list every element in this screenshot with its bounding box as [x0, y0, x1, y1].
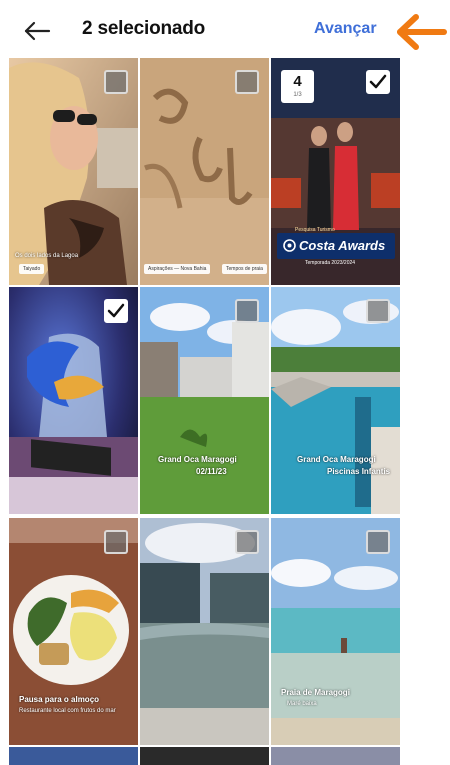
checkmark-icon [107, 303, 125, 318]
photo-caption: 02/11/23 [196, 467, 227, 476]
photo-caption: Tempos de praia [222, 264, 267, 274]
checkbox-icon[interactable] [366, 530, 390, 554]
selection-order-badge: 4 1/3 [281, 70, 314, 103]
photo-caption: Grand Oca Maragogi [297, 455, 376, 464]
checkbox-icon[interactable] [104, 70, 128, 94]
media-tile-11[interactable] [140, 747, 269, 765]
orange-arrow-left-icon [397, 14, 447, 50]
award-subtitle: Temporada 2023/2024 [305, 260, 356, 266]
checkbox-icon[interactable] [104, 530, 128, 554]
media-tile-1[interactable]: Os dois lados da Lagoa Taiyado [9, 58, 138, 285]
photo-caption: Taiyado [19, 264, 45, 274]
photo-caption: Praia de Maragogi [281, 688, 350, 697]
media-tile-2[interactable]: Aspirações — Nova Bahia Tempos de praia [140, 58, 269, 285]
checkbox-icon[interactable] [366, 299, 390, 323]
media-tile-3[interactable]: 4 1/3 Pesquisa Turismo Costa Awards Temp… [271, 58, 400, 285]
award-banner: Pesquisa Turismo Costa Awards [277, 227, 395, 259]
checkbox-icon[interactable] [235, 70, 259, 94]
media-tile-12[interactable] [271, 747, 400, 765]
arrow-left-icon [24, 21, 51, 41]
media-tile-9[interactable]: Praia de Maragogi Maré baixa [271, 518, 400, 745]
checkbox-icon[interactable] [104, 299, 128, 323]
media-grid: Os dois lados da Lagoa Taiyado Aspiraçõe… [9, 58, 400, 765]
photo-caption: Maré baixa [287, 701, 317, 707]
next-button[interactable]: Avançar [314, 20, 377, 38]
checkbox-icon[interactable] [235, 530, 259, 554]
media-tile-4[interactable] [9, 287, 138, 514]
media-tile-8[interactable] [140, 518, 269, 745]
photo-caption: Pausa para o almoço [19, 695, 100, 704]
photo-caption: Grand Oca Maragogi [158, 455, 237, 464]
media-tile-5[interactable]: Grand Oca Maragogi 02/11/23 [140, 287, 269, 514]
checkbox-icon[interactable] [366, 70, 390, 94]
media-tile-6[interactable]: Grand Oca Maragogi Piscinas Infantis [271, 287, 400, 514]
media-tile-10[interactable] [9, 747, 138, 765]
top-bar: 2 selecionado Avançar [0, 0, 450, 58]
photo-caption: Restaurante local com frutos do mar [19, 708, 116, 714]
selection-count-title: 2 selecionado [82, 18, 206, 39]
photo-caption: Aspirações — Nova Bahia [144, 264, 211, 274]
photo-caption: Os dois lados da Lagoa [15, 253, 79, 259]
photo-caption: Piscinas Infantis [327, 467, 391, 476]
checkbox-icon[interactable] [235, 299, 259, 323]
media-tile-7[interactable]: Pausa para o almoço Restaurante local co… [9, 518, 138, 745]
back-button[interactable] [22, 16, 52, 46]
award-logo-icon [283, 239, 296, 252]
checkmark-icon [369, 74, 387, 89]
